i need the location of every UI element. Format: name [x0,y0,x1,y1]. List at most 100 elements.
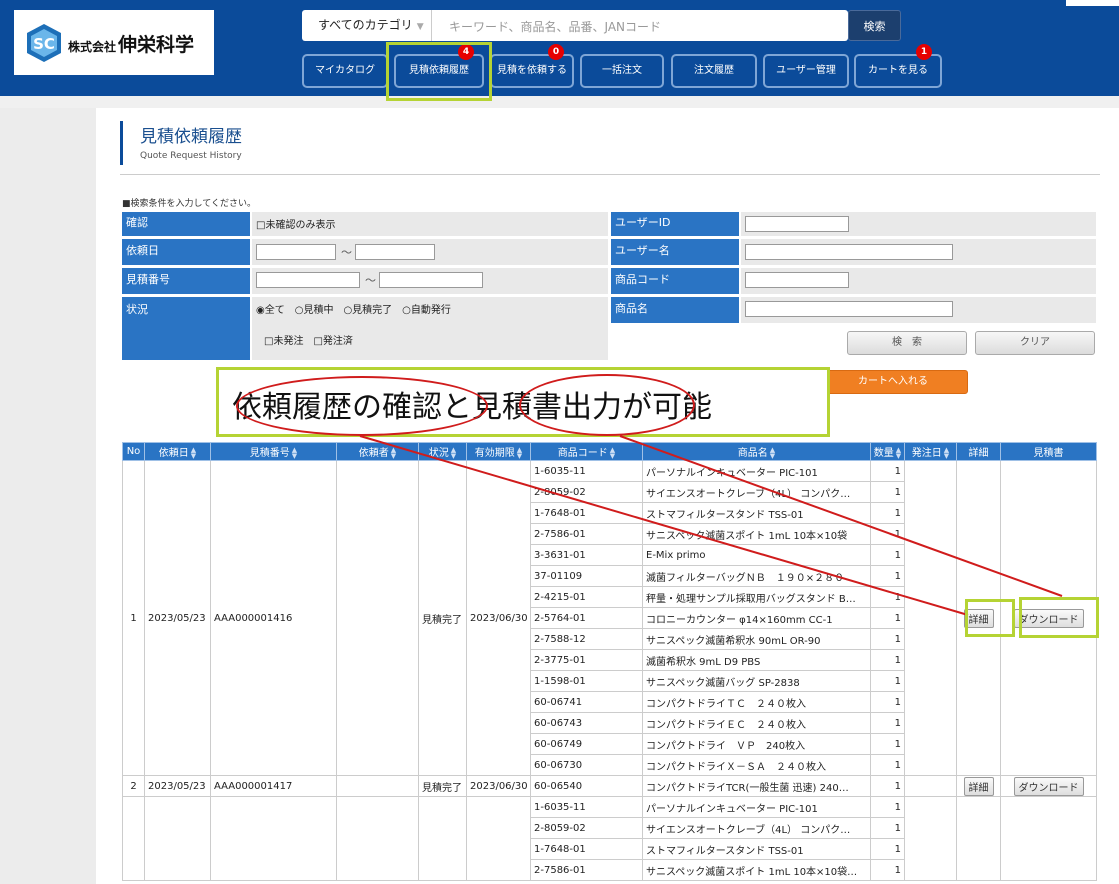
product-code-cell: 2-7588-12 [530,628,643,650]
quote-no-from-input[interactable] [256,272,360,288]
sort-icon[interactable]: ▲ ▼ [517,447,522,460]
expiry-date-cell: 2023/06/30 [466,775,531,797]
quote-no-to-input[interactable] [379,272,483,288]
user-id-input[interactable] [745,216,849,232]
status-cell: 見積完了 [418,460,467,776]
user-name-input[interactable] [745,244,953,260]
order-no-cell [122,796,145,881]
nav-label: マイカタログ [315,65,375,76]
table-row: 1-6035-11 パーソナルインキュベーター PIC-101 1 [122,796,1097,881]
company-logo[interactable]: SC 株式会社 伸栄科学 [14,10,214,75]
product-name-cell: コンパクトドライＴＣ ２４０枚入 [642,691,871,713]
product-code-cell: 3-3631-01 [530,544,643,566]
logo-prefix: 株式会社 [68,40,117,54]
column-header[interactable]: 状況 ▲ ▼ [418,442,467,461]
quantity-cell: 1 [870,628,905,650]
confirm-field: □未確認のみ表示 [252,212,608,236]
product-name-label: 商品名 [611,297,739,323]
column-header-label: No [126,446,141,457]
quantity-cell: 1 [870,733,905,755]
column-header[interactable]: 商品名 ▲ ▼ [642,442,871,461]
quantity-cell: 1 [870,796,905,818]
quote-number-cell [210,796,337,881]
product-name-cell: コンパクトドライ ＶＰ 240枚入 [642,733,871,755]
left-sidebar [0,108,96,884]
order-date-cell [904,775,957,797]
product-code-input[interactable] [745,272,849,288]
quantity-cell: 1 [870,544,905,566]
download-button[interactable]: ダウンロード [1013,776,1084,796]
search-input[interactable] [433,10,861,43]
quantity-cell: 1 [870,649,905,671]
detail-cell: 詳細 [956,775,1001,797]
page-title: 見積依頼履歴 [140,127,242,147]
column-header[interactable]: 発注日 ▲ ▼ [904,442,957,461]
sort-icon[interactable]: ▲ ▼ [944,447,949,460]
category-select[interactable]: すべてのカテゴリ ▼ [302,10,432,41]
column-header[interactable]: 見積番号 ▲ ▼ [210,442,337,461]
add-to-cart-button[interactable]: カートへ入れる [818,370,968,394]
sort-icon[interactable]: ▲ ▼ [610,447,615,460]
product-code-cell: 1-7648-01 [530,838,643,860]
sort-icon[interactable]: ▲ ▼ [896,447,901,460]
range-tilde: ～ [365,274,376,287]
column-header-label: 詳細 [968,448,989,459]
column-header-label: 見積書 [1033,448,1064,459]
column-header[interactable]: 依頼者 ▲ ▼ [336,442,419,461]
status-field: ◉全て ○見積中 ○見積完了 ○自動発行 □未発注 □発注済 [252,297,608,360]
column-header-label: 依頼者 [358,448,389,459]
sort-icon[interactable]: ▲ ▼ [770,447,775,460]
product-code-cell: 1-6035-11 [530,796,643,818]
product-name-input[interactable] [745,301,953,317]
nav-user-management[interactable]: ユーザー管理 [763,54,849,88]
request-date-from-input[interactable] [256,244,336,260]
request-date-to-input[interactable] [355,244,435,260]
product-code-label: 商品コード [611,268,739,294]
detail-button[interactable]: 詳細 [963,776,994,796]
quantity-cell: 1 [870,670,905,692]
unconfirmed-only-checkbox[interactable]: □未確認のみ表示 [256,216,335,231]
detail-cell [956,796,1001,881]
download-cell: ダウンロード [1000,775,1097,797]
nav-label: 一括注文 [602,65,642,76]
order-status-checkboxes[interactable]: □未発注 □発注済 [264,332,353,347]
sort-icon[interactable]: ▲ ▼ [191,447,196,460]
quantity-cell: 1 [870,838,905,860]
quantity-cell: 1 [870,712,905,734]
product-code-cell: 60-06741 [530,691,643,713]
nav-bulk-order[interactable]: 一括注文 [580,54,664,88]
table-header: No 依頼日 ▲ ▼ 見積番号 ▲ ▼ 依頼者 ▲ ▼ 状況 ▲ ▼ 有効期限 ▲ ▼ 商品コード ▲ ▼ 商品名 ▲ ▼… [122,442,1097,461]
column-header[interactable]: 依頼日 ▲ ▼ [144,442,211,461]
column-header-label: 数量 [873,448,894,459]
product-name-cell: 滅菌フィルターバッグＮＢ １９０×２８０ [642,565,871,587]
highlight-download-button [1019,597,1099,638]
form-search-button[interactable]: 検 索 [847,331,967,355]
nav-order-history[interactable]: 注文履歴 [671,54,757,88]
top-right-box [1066,0,1119,6]
product-code-cell: 1-1598-01 [530,670,643,692]
nav-my-catalog[interactable]: マイカタログ [302,54,388,88]
sort-icon[interactable]: ▲ ▼ [391,447,396,460]
column-header[interactable]: 有効期限 ▲ ▼ [466,442,531,461]
nav-view-cart[interactable]: カートを見る 1 [854,44,942,88]
quantity-cell: 1 [870,481,905,503]
column-header[interactable]: 商品コード ▲ ▼ [530,442,643,461]
sort-icon[interactable]: ▲ ▼ [292,447,297,460]
nav-request-quote[interactable]: 見積を依頼する 0 [490,44,574,88]
requester-cell [336,460,419,776]
clear-button[interactable]: クリア [975,331,1095,355]
search-button[interactable]: 検索 [848,10,901,41]
product-name-cell: サイエンスオートクレーブ（4L） コンパク… [642,481,871,503]
product-name-cell: サニスペック滅菌希釈水 90mL OR-90 [642,628,871,650]
product-code-cell: 2-7586-01 [530,859,643,881]
search-bar: すべてのカテゴリ ▼ [302,10,861,43]
column-header[interactable]: 数量 ▲ ▼ [870,442,905,461]
svg-text:SC: SC [33,35,55,53]
request-date-cell: 2023/05/23 [144,775,211,797]
nav-label: カートを見る [868,65,928,76]
sort-icon[interactable]: ▲ ▼ [451,447,456,460]
status-radio-group[interactable]: ◉全て ○見積中 ○見積完了 ○自動発行 [256,301,451,316]
quote-number-cell: AAA000001416 [210,460,337,776]
quantity-cell: 1 [870,523,905,545]
quantity-cell: 1 [870,775,905,797]
